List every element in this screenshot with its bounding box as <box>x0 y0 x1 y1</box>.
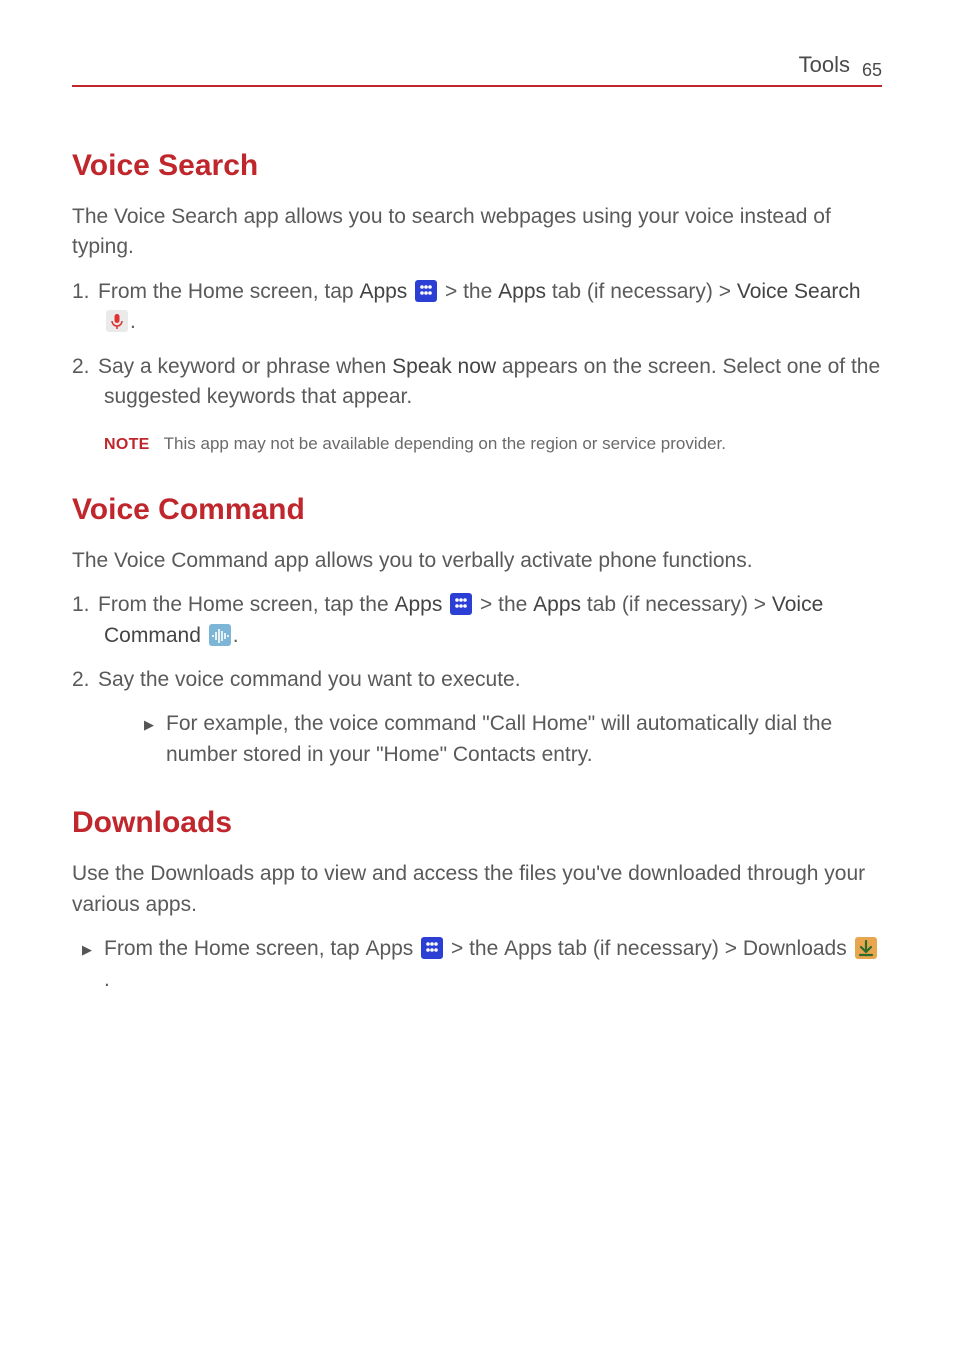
voice-search-label: Voice Search <box>737 280 861 303</box>
voice-waveform-icon <box>209 624 231 646</box>
bullet-dl-mid1: > the <box>451 937 504 960</box>
page-number: 65 <box>862 57 882 84</box>
note-text: This app may not be available depending … <box>164 431 726 457</box>
intro-downloads: Use the Downloads app to view and access… <box>72 859 882 920</box>
step-2-vs-pre: Say a keyword or phrase when <box>98 355 392 378</box>
apps-label: Apps <box>394 593 442 616</box>
page-header: Tools 65 <box>72 48 882 87</box>
step-number: 1. <box>72 590 98 620</box>
intro-voice-command: The Voice Command app allows you to verb… <box>72 546 882 576</box>
step-1-vc-mid2: tab (if necessary) > <box>581 593 772 616</box>
step-1-vc-pre: From the Home screen, tap the <box>98 593 394 616</box>
step-1-vs-mid2: tab (if necessary) > <box>546 280 737 303</box>
step-1-vc-end: . <box>233 624 239 647</box>
download-arrow-icon <box>855 937 877 959</box>
apps-label: Apps <box>359 280 407 303</box>
apps-tab-label: Apps <box>533 593 581 616</box>
note-voice-search: NOTE This app may not be available depen… <box>72 431 882 457</box>
section-downloads: Downloads Use the Downloads app to view … <box>72 800 882 995</box>
bullet-dl-pre: From the Home screen, tap <box>104 937 365 960</box>
heading-voice-search: Voice Search <box>72 143 882 188</box>
step-2-voice-search: 2.Say a keyword or phrase when Speak now… <box>72 352 882 413</box>
step-1-voice-search: 1.From the Home screen, tap Apps > the A… <box>72 277 882 338</box>
triangle-bullet-icon: ▶ <box>144 716 166 735</box>
apps-tab-label: Apps <box>504 937 552 960</box>
section-voice-command: Voice Command The Voice Command app allo… <box>72 487 882 771</box>
apps-grid-icon <box>450 593 472 615</box>
intro-voice-search: The Voice Search app allows you to searc… <box>72 202 882 263</box>
bullet-dl-end: . <box>104 968 110 991</box>
apps-label: Apps <box>365 937 413 960</box>
step-1-vs-end: . <box>130 310 136 333</box>
triangle-bullet-icon: ▶ <box>82 941 104 960</box>
apps-tab-label: Apps <box>498 280 546 303</box>
steps-voice-command: 1.From the Home screen, tap the Apps > t… <box>72 590 882 770</box>
heading-downloads: Downloads <box>72 800 882 845</box>
apps-grid-icon <box>421 937 443 959</box>
microphone-icon <box>106 310 128 332</box>
step-1-vs-text: From the Home screen, tap <box>98 280 359 303</box>
apps-grid-icon <box>415 280 437 302</box>
step-1-voice-command: 1.From the Home screen, tap the Apps > t… <box>72 590 882 651</box>
step-number: 2. <box>72 352 98 382</box>
steps-voice-search: 1.From the Home screen, tap Apps > the A… <box>72 277 882 413</box>
step-2-vc-text: Say the voice command you want to execut… <box>98 668 521 691</box>
page-section-title: Tools <box>799 48 850 81</box>
step-number: 2. <box>72 665 98 695</box>
speak-now-label: Speak now <box>392 355 496 378</box>
step-1-vs-mid1: > the <box>445 280 498 303</box>
downloads-label: Downloads <box>743 937 847 960</box>
step-2-voice-command: 2.Say the voice command you want to exec… <box>72 665 882 770</box>
step-number: 1. <box>72 277 98 307</box>
bullet-dl-mid2: tab (if necessary) > <box>552 937 743 960</box>
heading-voice-command: Voice Command <box>72 487 882 532</box>
section-voice-search: Voice Search The Voice Search app allows… <box>72 143 882 457</box>
bullet-downloads: ▶From the Home screen, tap Apps > the Ap… <box>72 934 882 995</box>
sub-bullet-voice-command: ▶For example, the voice command "Call Ho… <box>104 709 882 770</box>
sub-bullet-text: For example, the voice command "Call Hom… <box>166 712 832 765</box>
step-1-vc-mid1: > the <box>480 593 533 616</box>
note-label: NOTE <box>104 433 150 457</box>
